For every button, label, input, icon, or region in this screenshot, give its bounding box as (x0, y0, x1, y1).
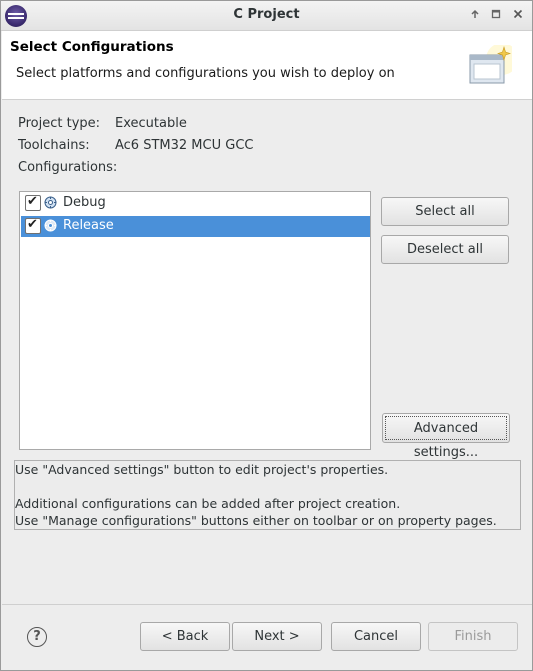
cancel-button[interactable]: Cancel (331, 622, 421, 651)
project-type-label: Project type: (18, 116, 101, 131)
title-bar[interactable]: C Project (1, 1, 532, 31)
window-menu-icon[interactable] (466, 6, 484, 24)
advanced-settings-button[interactable]: Advanced settings... (382, 413, 510, 460)
list-item-label: Debug (63, 195, 106, 210)
wizard-banner-icon (469, 45, 512, 84)
configurations-list[interactable]: Debug Release (19, 191, 371, 450)
configuration-icon (44, 219, 57, 232)
close-icon[interactable] (509, 6, 527, 24)
wizard-banner: Select Configurations Select platforms a… (2, 31, 532, 100)
dialog-window: C Project Select Configurations Select p… (0, 0, 533, 671)
window-title: C Project (233, 7, 300, 22)
page-description: Select platforms and configurations you … (16, 66, 395, 81)
release-checkbox[interactable] (25, 217, 41, 234)
info-line: Use "Advanced settings" button to edit p… (15, 462, 389, 477)
finish-button[interactable]: Finish (428, 622, 518, 651)
info-panel: Use "Advanced settings" button to edit p… (14, 460, 521, 530)
configurations-label: Configurations: (18, 160, 118, 175)
select-all-button[interactable]: Select all (381, 197, 509, 226)
page-title: Select Configurations (10, 39, 174, 55)
maximize-icon[interactable] (487, 6, 505, 24)
next-button[interactable]: Next > (232, 622, 322, 651)
toolchains-label: Toolchains: (18, 138, 90, 153)
debug-checkbox[interactable] (25, 194, 41, 211)
back-button[interactable]: < Back (140, 622, 230, 651)
help-icon[interactable]: ? (27, 627, 47, 647)
project-type-value: Executable (115, 116, 187, 131)
advanced-settings-label: Advanced settings... (385, 416, 507, 460)
divider (2, 604, 532, 605)
list-item-release[interactable]: Release (21, 216, 370, 237)
list-item-label: Release (63, 218, 114, 233)
info-line: Use "Manage configurations" buttons eith… (15, 513, 497, 528)
deselect-all-button[interactable]: Deselect all (381, 235, 509, 264)
toolchains-value: Ac6 STM32 MCU GCC (115, 138, 254, 153)
info-line: Additional configurations can be added a… (15, 496, 401, 511)
list-item-debug[interactable]: Debug (21, 193, 370, 214)
configuration-icon (44, 196, 57, 209)
